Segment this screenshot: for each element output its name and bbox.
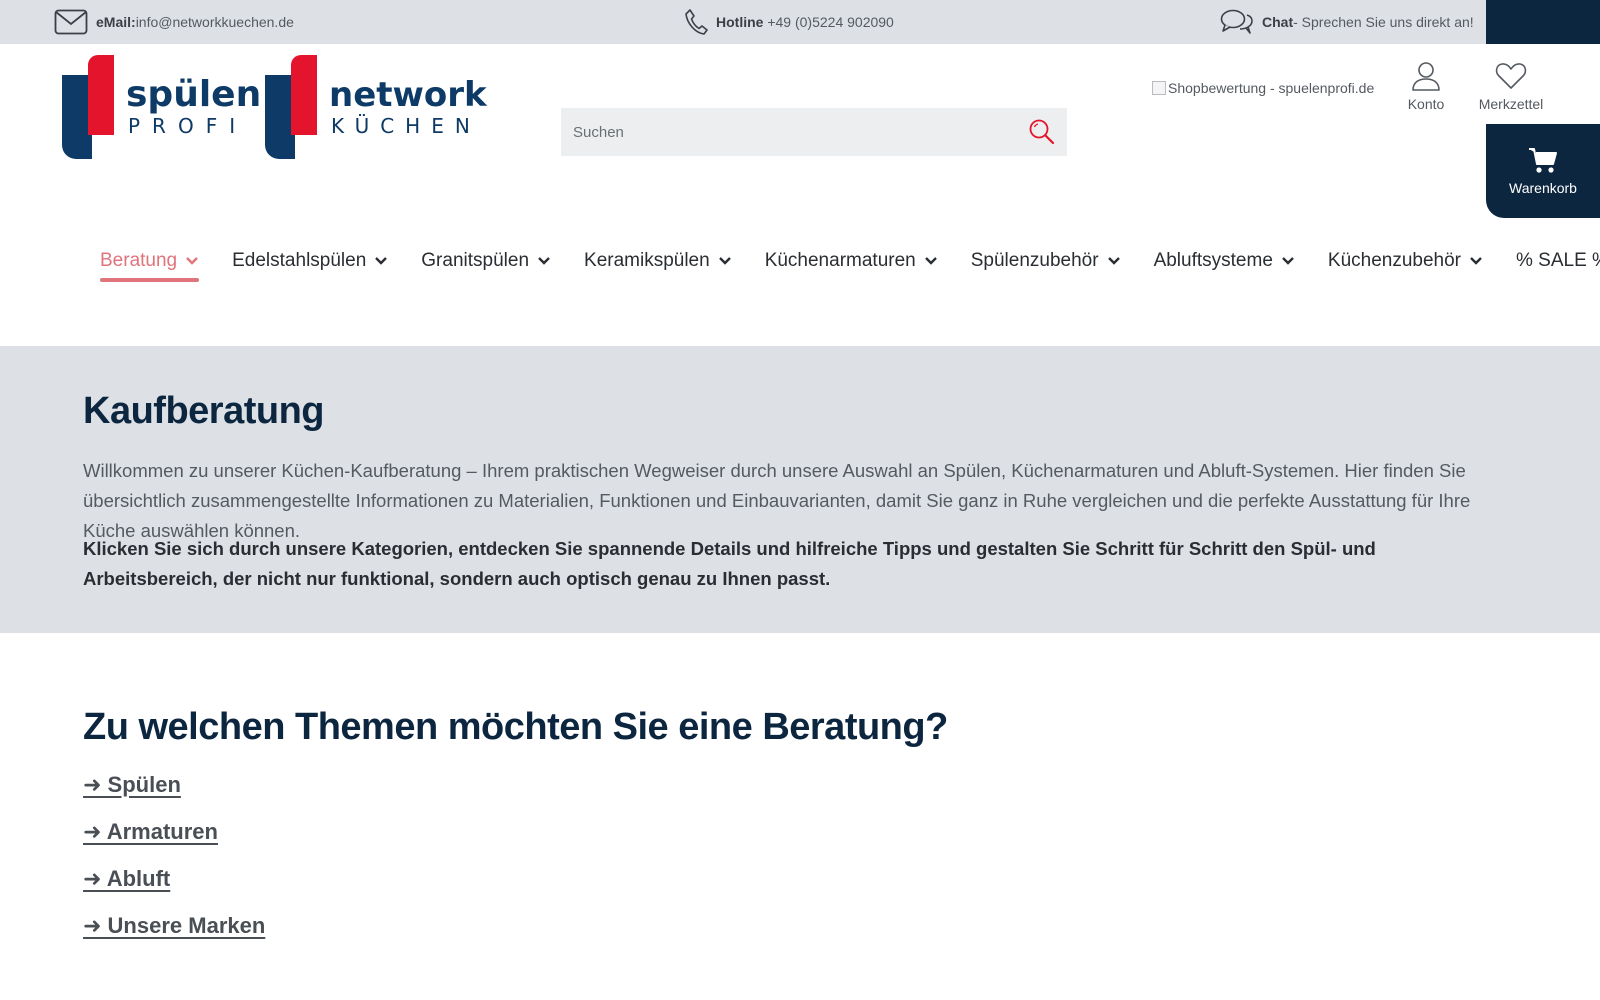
email-label: eMail:: [96, 14, 136, 30]
cart-button[interactable]: Warenkorb: [1486, 124, 1600, 218]
logo-mark: [265, 55, 319, 159]
shop-rating-alt-text: Shopbewertung - spuelenprofi.de: [1168, 80, 1375, 96]
nav-item-kuechenarmaturen[interactable]: Küchenarmaturen: [765, 244, 938, 278]
nav-item-beratung[interactable]: Beratung: [100, 244, 200, 282]
hotline-label: Hotline: [716, 14, 764, 30]
networkkuechen-logo[interactable]: network KÜCHEN: [265, 55, 487, 159]
search-icon: [1029, 119, 1055, 145]
nav-item-spuelenzubehoer[interactable]: Spülenzubehör: [971, 244, 1121, 278]
chevron-down-icon: [924, 257, 937, 265]
logo-line-1: spülen: [126, 74, 262, 115]
topbar-accent-block: [1486, 0, 1600, 44]
chat-value: - Sprechen Sie uns direkt an!: [1293, 14, 1474, 30]
nav-item-abluftsysteme[interactable]: Abluftsysteme: [1154, 244, 1295, 278]
shop-rating-image[interactable]: Shopbewertung - spuelenprofi.de: [1152, 80, 1374, 96]
nav-item-sale[interactable]: % SALE %: [1516, 244, 1600, 278]
hotline-contact[interactable]: Hotline +49 (0)5224 902090: [684, 0, 894, 44]
account-label: Konto: [1407, 96, 1445, 112]
topic-link-spuelen[interactable]: ➜ Spülen: [83, 772, 181, 798]
shopping-cart-icon: [1529, 148, 1557, 173]
phone-icon: [685, 9, 708, 35]
main-navigation: Beratung Edelstahlspülen Granitspülen Ke…: [100, 244, 1600, 284]
top-info-bar: eMail: info@networkkuechen.de Hotline +49…: [0, 0, 1600, 44]
cta-text: Klicken Sie sich durch unsere Kategorien…: [83, 538, 1376, 589]
search-input[interactable]: [561, 108, 1017, 156]
cart-label: Warenkorb: [1509, 180, 1577, 196]
topic-link-armaturen[interactable]: ➜ Armaturen: [83, 819, 218, 845]
user-icon: [1412, 62, 1440, 91]
hotline-value: +49 (0)5224 902090: [767, 14, 894, 30]
intro-text: Willkommen zu unserer Küchen-Kaufberatun…: [83, 460, 1471, 541]
search-bar: [561, 108, 1067, 156]
chevron-down-icon: [375, 257, 388, 265]
envelope-icon: [54, 9, 88, 35]
nav-item-granitspuelen[interactable]: Granitspülen: [421, 244, 551, 278]
chevron-down-icon: [1107, 257, 1120, 265]
nav-item-keramikspuelen[interactable]: Keramikspülen: [584, 244, 732, 278]
email-contact[interactable]: eMail: info@networkkuechen.de: [54, 0, 294, 44]
chat-contact[interactable]: Chat - Sprechen Sie uns direkt an!: [1220, 0, 1474, 44]
chevron-down-icon: [1470, 257, 1482, 265]
logo-mark: [62, 55, 116, 159]
logo-line-2: KÜCHEN: [331, 114, 481, 138]
topic-link-marken[interactable]: ➜ Unsere Marken: [83, 913, 265, 939]
chevron-down-icon: [538, 257, 550, 265]
spuelenprofi-logo[interactable]: spülen PROFI: [62, 55, 261, 159]
email-value: info@networkkuechen.de: [135, 14, 294, 30]
nav-item-kuechenzubehoer[interactable]: Küchenzubehör: [1328, 244, 1483, 278]
broken-image-icon: [1152, 81, 1166, 95]
chat-label: Chat: [1262, 14, 1294, 30]
page-title: Kaufberatung: [83, 390, 325, 432]
chevron-down-icon: [718, 257, 731, 265]
chat-bubbles-icon: [1220, 9, 1253, 34]
heart-icon: [1495, 63, 1527, 89]
nav-item-edelstahlspuelen[interactable]: Edelstahlspülen: [232, 244, 388, 278]
account-link[interactable]: Konto: [1406, 60, 1446, 112]
kaufberatung-hero: Kaufberatung Willkommen zu unserer Küche…: [0, 346, 1600, 633]
topic-link-abluft[interactable]: ➜ Abluft: [83, 866, 170, 892]
search-button[interactable]: [1017, 108, 1067, 156]
chevron-down-icon: [1282, 257, 1294, 265]
chevron-down-icon: [186, 257, 198, 265]
wishlist-link[interactable]: Merkzettel: [1478, 60, 1544, 112]
wishlist-label: Merkzettel: [1478, 96, 1544, 112]
logo-line-1: network: [329, 75, 487, 115]
topics-heading: Zu welchen Themen möchten Sie eine Berat…: [83, 706, 948, 748]
logo-line-2: PROFI: [128, 114, 248, 138]
